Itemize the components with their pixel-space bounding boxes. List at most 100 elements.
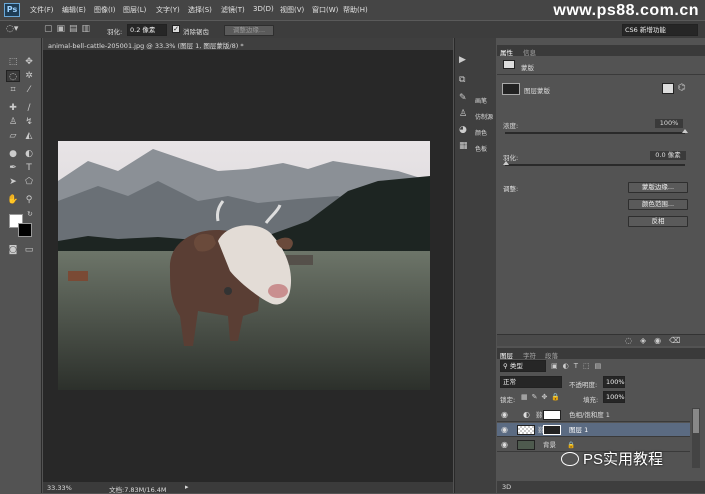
tab-paragraph[interactable]: 段落 bbox=[545, 350, 558, 360]
layer-row-layer1[interactable]: ◉ ⛓ 图层 1 bbox=[497, 423, 690, 437]
adjust-label: 调整: bbox=[503, 185, 519, 193]
status-menu-arrow-icon[interactable]: ▸ bbox=[185, 483, 189, 491]
brush-tool-icon[interactable]: ∕ bbox=[22, 102, 36, 114]
layer-filter-select[interactable]: ⚲ 类型 bbox=[500, 360, 546, 372]
menu-item[interactable]: 图像(I) bbox=[94, 5, 116, 15]
swatches-icon[interactable]: ▦ bbox=[459, 141, 468, 151]
layer-name: 图层 1 bbox=[569, 426, 589, 434]
menu-item[interactable]: 帮助(H) bbox=[343, 5, 368, 15]
layer-filter-icons[interactable]: ▣◐T⬚▤ bbox=[551, 362, 606, 370]
blend-mode-select[interactable]: 正常 bbox=[500, 376, 562, 388]
photoshop-logo-icon: Ps bbox=[4, 3, 20, 17]
magic-wand-tool-icon[interactable]: ✲ bbox=[22, 70, 36, 82]
swap-colors-icon[interactable]: ↻ bbox=[27, 210, 33, 218]
3d-panel-tab[interactable]: 3D bbox=[502, 483, 511, 491]
eraser-tool-icon[interactable]: ▱ bbox=[6, 130, 20, 142]
crop-tool-icon[interactable]: ⌗ bbox=[6, 84, 20, 96]
lock-icons[interactable]: ▦✎✥🔒 bbox=[521, 393, 564, 401]
mask-edge-button[interactable]: 蒙版边缘... bbox=[628, 182, 688, 193]
density-value[interactable]: 100% bbox=[655, 119, 683, 128]
visibility-eye-icon[interactable]: ◉ bbox=[501, 423, 508, 437]
status-bar: 33.33% 文档:7.83M/16.4M ▸ bbox=[43, 482, 453, 494]
feather-value[interactable]: 0.0 像素 bbox=[650, 151, 686, 160]
layers-tab-bar: 图层 字符 段落 bbox=[497, 348, 705, 360]
visibility-eye-icon[interactable]: ◉ bbox=[501, 438, 508, 452]
document-tab[interactable]: animal-bell-cattle-205001.jpg @ 33.3% (图… bbox=[48, 40, 244, 50]
path-selection-tool-icon[interactable]: ➤ bbox=[6, 176, 20, 188]
dock-item-brush[interactable]: 画笔 bbox=[475, 96, 487, 105]
panel-bottom-bar: 3D bbox=[497, 481, 705, 493]
menu-item[interactable]: 文字(Y) bbox=[156, 5, 180, 15]
tab-layers[interactable]: 图层 bbox=[500, 350, 513, 360]
document-image[interactable] bbox=[58, 141, 430, 390]
hand-tool-icon[interactable]: ✋ bbox=[6, 194, 20, 206]
menu-bar: Ps 文件(F) 编辑(E) 图像(I) 图层(L) 文字(Y) 选择(S) 滤镜(T) 3D… bbox=[0, 0, 705, 20]
wechat-icon bbox=[561, 452, 579, 466]
tools-panel: ⬚ ✥ ◌ ✲ ⌗ ⁄ ✚ ∕ ♙ ↯ ▱ ◭ ● ◐ ✒ T ➤ ⬠ ✋ ⚲ … bbox=[0, 38, 42, 493]
dodge-tool-icon[interactable]: ◐ bbox=[22, 148, 36, 160]
screen-mode-icon[interactable]: ▭ bbox=[22, 244, 36, 256]
dock-item-color[interactable]: 颜色 bbox=[475, 128, 487, 137]
shape-tool-icon[interactable]: ⬠ bbox=[22, 176, 36, 188]
marquee-tool-icon[interactable]: ⬚ bbox=[6, 56, 20, 68]
density-slider-track[interactable] bbox=[505, 132, 685, 134]
feather-input[interactable]: 0.2 像素 bbox=[127, 24, 167, 36]
brush-panel-icon[interactable]: ✎ bbox=[459, 93, 467, 103]
layer-row-hue[interactable]: ◉ ◐ ⛓ 色相/饱和度 1 bbox=[497, 408, 690, 422]
selection-mode-icons[interactable]: ▢▣▤▥ bbox=[44, 24, 94, 34]
scrollbar-thumb[interactable] bbox=[693, 409, 699, 433]
workspace-select[interactable]: CS6 新增功能 bbox=[622, 24, 698, 36]
add-vector-mask-icon[interactable]: ⌬ bbox=[678, 83, 686, 93]
mask-footer-icons[interactable]: ◌◈◉⌫ bbox=[625, 336, 688, 345]
menu-item[interactable]: 文件(F) bbox=[30, 5, 54, 15]
tab-properties[interactable]: 属性 bbox=[500, 47, 513, 57]
menu-item[interactable]: 窗口(W) bbox=[312, 5, 338, 15]
zoom-tool-icon[interactable]: ⚲ bbox=[22, 194, 36, 206]
add-pixel-mask-icon[interactable] bbox=[662, 83, 674, 94]
fill-input[interactable]: 100% bbox=[603, 391, 625, 403]
opacity-input[interactable]: 100% bbox=[603, 376, 625, 388]
move-tool-icon[interactable]: ✥ bbox=[22, 56, 36, 68]
antialias-checkbox[interactable]: ✓ bbox=[172, 25, 180, 33]
healing-brush-tool-icon[interactable]: ✚ bbox=[6, 102, 20, 114]
menu-item[interactable]: 图层(L) bbox=[123, 5, 146, 15]
history-brush-tool-icon[interactable]: ↯ bbox=[22, 116, 36, 128]
type-tool-icon[interactable]: T bbox=[22, 162, 36, 174]
eyedropper-tool-icon[interactable]: ⁄ bbox=[22, 84, 36, 96]
menu-item[interactable]: 编辑(E) bbox=[62, 5, 86, 15]
play-action-icon[interactable]: ▶ bbox=[459, 55, 466, 65]
tab-character[interactable]: 字符 bbox=[523, 350, 536, 360]
history-icon[interactable]: ⧉ bbox=[459, 75, 465, 85]
dock-item-clone-source[interactable]: 仿制源 bbox=[475, 112, 493, 121]
menu-item[interactable]: 3D(D) bbox=[253, 5, 274, 13]
menu-item[interactable]: 滤镜(T) bbox=[221, 5, 245, 15]
adjustment-layer-icon: ◐ bbox=[523, 410, 530, 419]
menu-item[interactable]: 选择(S) bbox=[188, 5, 212, 15]
properties-footer: ◌◈◉⌫ bbox=[497, 334, 705, 346]
feather-label: 羽化: bbox=[107, 28, 123, 36]
invert-button[interactable]: 反相 bbox=[628, 216, 688, 227]
tab-info[interactable]: 信息 bbox=[523, 47, 536, 57]
background-color-swatch[interactable] bbox=[18, 223, 32, 237]
quick-mask-icon[interactable]: ◙ bbox=[6, 244, 20, 256]
menu-item[interactable]: 视图(V) bbox=[280, 5, 304, 15]
color-range-button[interactable]: 颜色范围... bbox=[628, 199, 688, 210]
feather-slider-track[interactable] bbox=[505, 164, 685, 166]
dock-item-swatches[interactable]: 色板 bbox=[475, 144, 487, 153]
blur-tool-icon[interactable]: ● bbox=[6, 148, 20, 160]
lasso-preset-icon[interactable]: ◌▾ bbox=[6, 24, 26, 36]
clone-stamp-tool-icon[interactable]: ♙ bbox=[6, 116, 20, 128]
refine-edge-button[interactable]: 调整边缘... bbox=[224, 25, 274, 36]
collapsed-panel-dock: ▶ ⧉ ✎ 画笔 ♙ 仿制源 ◕ 颜色 ▦ 色板 bbox=[454, 38, 496, 493]
paint-bucket-tool-icon[interactable]: ◭ bbox=[22, 130, 36, 142]
pen-tool-icon[interactable]: ✒ bbox=[6, 162, 20, 174]
zoom-level[interactable]: 33.33% bbox=[47, 484, 72, 492]
lasso-tool-icon[interactable]: ◌ bbox=[6, 70, 20, 82]
layer-name: 色相/饱和度 1 bbox=[569, 411, 610, 419]
clone-source-icon[interactable]: ♙ bbox=[459, 109, 467, 119]
layer-name: 背景 bbox=[543, 441, 556, 449]
feather-slider-thumb[interactable] bbox=[503, 161, 509, 165]
visibility-eye-icon[interactable]: ◉ bbox=[501, 408, 508, 422]
density-slider-thumb[interactable] bbox=[682, 129, 688, 133]
color-panel-icon[interactable]: ◕ bbox=[459, 125, 467, 135]
